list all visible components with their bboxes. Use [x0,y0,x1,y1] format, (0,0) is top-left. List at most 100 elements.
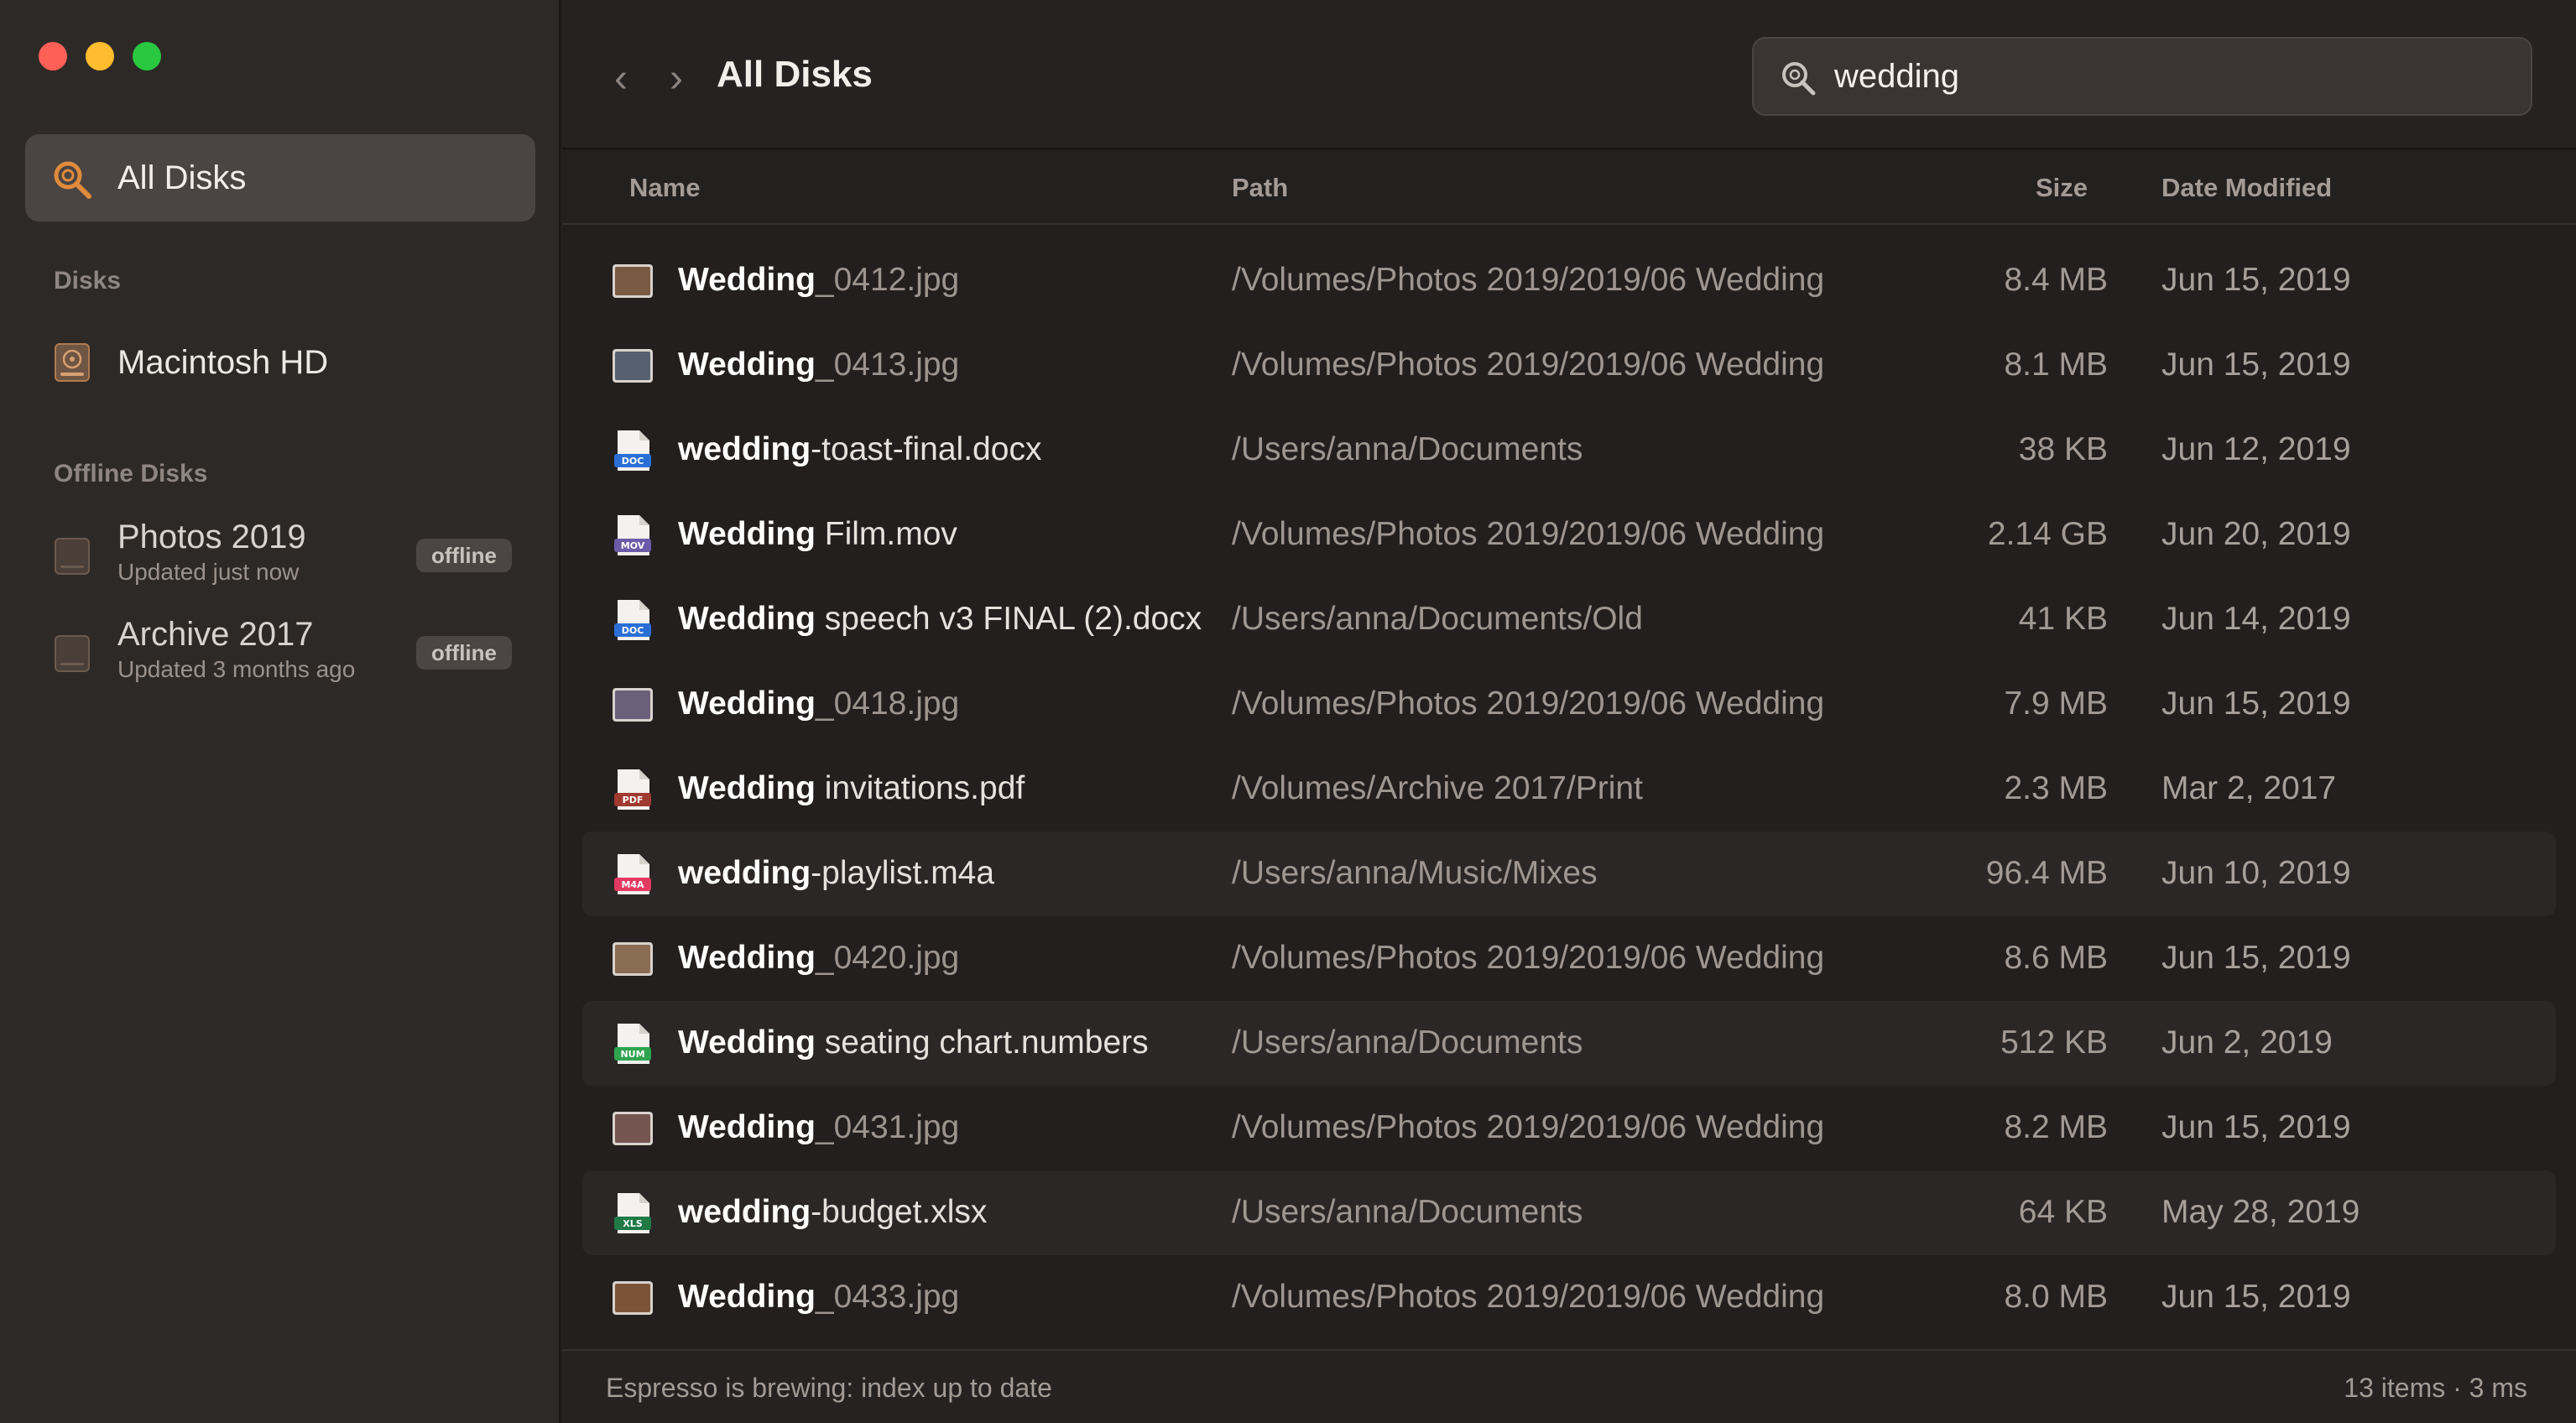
table-row[interactable]: PDF Wedding invitations.pdf/Volumes/Archi… [582,747,2556,831]
file-path: /Users/anna/Documents/Old [1232,601,1643,637]
offline-drive-icon [55,538,90,575]
mov-file-icon: MOV [614,515,651,555]
file-path: /Volumes/Photos 2019/2019/06 Wedding [1232,1279,1825,1315]
minimize-window-button[interactable] [86,42,114,70]
numbers-file-icon: NUM [614,1024,651,1064]
sidebar-item-photos-2019[interactable]: Photos 2019 Updated just now offline [25,512,535,599]
column-header-date[interactable]: Date Modified [2161,173,2332,203]
file-name-rest: speech v3 FINAL (2).docx [815,601,1202,637]
table-row[interactable]: DOC wedding-toast-final.docx/Users/anna/D… [582,408,2556,493]
file-name: Wedding_0413.jpg [678,347,959,383]
file-date: Jun 10, 2019 [2161,855,2351,891]
file-name: Wedding_0431.jpg [678,1109,959,1146]
image-thumbnail-icon [613,349,653,383]
table-row[interactable]: Wedding_0420.jpg/Volumes/Photos 2019/201… [582,916,2556,1001]
doc-file-icon: DOC [614,430,651,471]
sidebar-item-status: Updated just now [117,559,300,585]
file-type-label: M4A [621,879,644,890]
results-list: Wedding_0412.jpg/Volumes/Photos 2019/201… [582,238,2556,1340]
file-name: Wedding Film.mov [678,516,957,553]
file-name-rest: -budget.xlsx [811,1194,988,1230]
file-path: /Users/anna/Documents [1232,1024,1583,1061]
match-highlight: Wedding [678,262,816,298]
sidebar-item-macintosh-hd[interactable]: Macintosh HD [25,321,535,408]
column-header-path[interactable]: Path [1232,173,1288,203]
index-status: Espresso is brewing: index up to date [606,1373,1052,1403]
file-name-rest: _0431.jpg [815,1109,960,1145]
file-name-rest: _0418.jpg [815,685,960,722]
table-header: Name Path Size Date Modified [562,151,2576,225]
image-thumbnail-icon [613,1112,653,1145]
file-type-label: DOC [622,456,644,467]
table-row[interactable]: Wedding_0413.jpg/Volumes/Photos 2019/201… [582,323,2556,408]
file-name-rest: invitations.pdf [815,770,1025,806]
file-size: 96.4 MB [1985,855,2108,891]
file-date: Jun 15, 2019 [2161,347,2351,383]
forward-button[interactable]: › [660,55,693,106]
table-row[interactable]: Wedding_0418.jpg/Volumes/Photos 2019/201… [582,662,2556,747]
table-row[interactable]: Wedding_0431.jpg/Volumes/Photos 2019/201… [582,1086,2556,1170]
search-disks-icon [54,161,91,199]
offline-badge: offline [416,539,512,572]
file-date: Jun 14, 2019 [2161,601,2351,637]
offline-badge: offline [416,636,512,670]
table-row[interactable]: XLS wedding-budget.xlsx/Users/anna/Docume… [582,1170,2556,1255]
file-name: Wedding speech v3 FINAL (2).docx [678,601,1202,638]
file-type-label: XLS [623,1218,642,1229]
close-window-button[interactable] [39,42,67,70]
match-highlight: Wedding [678,1109,816,1145]
status-bar: Espresso is brewing: index up to date 13… [562,1349,2576,1423]
doc-file-icon: DOC [614,600,651,640]
file-name: Wedding_0433.jpg [678,1279,959,1316]
search-input[interactable] [1834,47,2506,106]
file-date: Jun 15, 2019 [2161,1109,2351,1145]
file-size: 8.0 MB [2004,1279,2108,1315]
sidebar-item-archive-2017[interactable]: Archive 2017 Updated 3 months ago offlin… [25,609,535,696]
file-name-rest: -toast-final.docx [811,431,1042,467]
main-pane: ‹ › All Disks Name Path Size Date Modifi… [562,0,2576,1423]
window-controls [39,42,161,70]
column-header-size[interactable]: Size [2036,173,2088,203]
app-window: All Disks Disks Macintosh HD Offline Dis… [0,0,2576,1423]
match-highlight: wedding [678,855,811,891]
table-row[interactable]: Wedding_0412.jpg/Volumes/Photos 2019/201… [582,238,2556,323]
audio-file-icon: M4A [614,854,651,894]
table-row[interactable]: Wedding_0433.jpg/Volumes/Photos 2019/201… [582,1255,2556,1340]
excel-file-icon: XLS [614,1193,651,1233]
match-highlight: Wedding [678,347,816,383]
file-size: 8.6 MB [2004,940,2108,976]
search-field[interactable] [1752,37,2532,116]
column-header-name[interactable]: Name [629,173,700,203]
file-path: /Volumes/Photos 2019/2019/06 Wedding [1232,1109,1825,1145]
table-row[interactable]: DOC Wedding speech v3 FINAL (2).docx/User… [582,577,2556,662]
file-date: Jun 15, 2019 [2161,685,2351,722]
file-size: 8.2 MB [2004,1109,2108,1145]
file-name-rest: -playlist.m4a [811,855,995,891]
file-date: Jun 2, 2019 [2161,1024,2333,1061]
file-name-rest: _0433.jpg [815,1279,960,1315]
zoom-window-button[interactable] [133,42,161,70]
offline-drive-icon [55,635,90,672]
sidebar-item-all-disks[interactable]: All Disks [25,134,535,222]
page-title: All Disks [717,54,873,95]
table-row[interactable]: MOV Wedding Film.mov/Volumes/Photos 2019/… [582,493,2556,577]
image-thumbnail-icon [613,942,653,976]
sidebar-item-status: Updated 3 months ago [117,656,356,682]
file-date: Jun 12, 2019 [2161,431,2351,467]
sidebar-item-label: Photos 2019 [117,519,306,555]
table-row[interactable]: NUM Wedding seating chart.numbers/Users/a… [582,1001,2556,1086]
file-path: /Volumes/Photos 2019/2019/06 Wedding [1232,940,1825,976]
match-highlight: Wedding [678,601,816,637]
image-thumbnail-icon [613,688,653,722]
file-type-label: NUM [620,1049,644,1060]
match-highlight: Wedding [678,685,816,722]
back-button[interactable]: ‹ [604,55,638,106]
table-row[interactable]: M4A wedding-playlist.m4a/Users/anna/Music… [582,831,2556,916]
file-name-rest: _0420.jpg [815,940,960,976]
file-date: Jun 15, 2019 [2161,262,2351,298]
file-name: Wedding seating chart.numbers [678,1024,1149,1061]
file-size: 41 KB [2018,601,2108,637]
file-date: Jun 15, 2019 [2161,1279,2351,1315]
hard-drive-icon [55,343,90,382]
file-size: 8.1 MB [2004,347,2108,383]
